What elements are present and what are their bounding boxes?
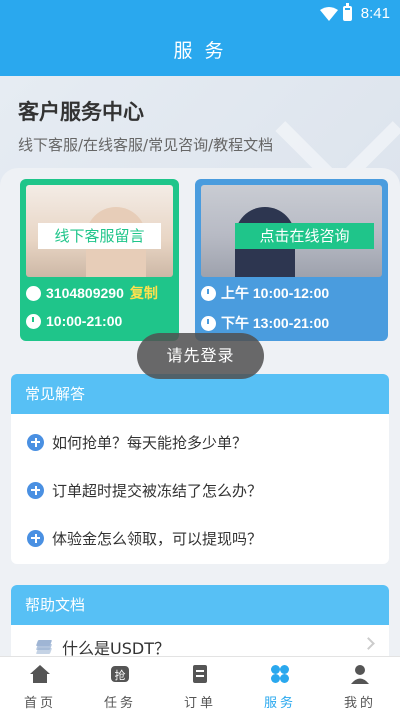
wifi-icon [320, 7, 338, 21]
tab-label: 首页 [23, 696, 56, 711]
online-consult-label[interactable]: 点击在线咨询 [235, 223, 374, 249]
am-hours-row: 上午 10:00-12:00 [201, 283, 329, 303]
faq-question: 体验金怎么领取，可以提现吗？ [52, 529, 263, 548]
clock-icon [201, 315, 216, 331]
battery-icon [343, 3, 352, 21]
faq-header: 常见解答 [11, 374, 389, 414]
qq-icon [26, 285, 41, 301]
faq-item[interactable]: 订单超时提交被冻结了怎么办？ [11, 466, 389, 514]
phone-row: 3104809290 复制 [26, 283, 158, 303]
plus-icon [27, 529, 44, 547]
tab-mine[interactable]: 我的 [320, 657, 400, 712]
tab-label: 我的 [343, 696, 376, 711]
order-icon [193, 665, 207, 683]
pm-hours: 下午 13:00-21:00 [221, 315, 330, 331]
clock-icon [26, 313, 41, 329]
help-header: 帮助文档 [11, 585, 389, 625]
service-photo: 线下客服留言 [26, 185, 173, 277]
faq-item[interactable]: 体验金怎么领取，可以提现吗？ [11, 514, 389, 562]
tab-home[interactable]: 首页 [0, 657, 80, 712]
faq-section: 常见解答 如何抢单？每天能抢多少单？ 订单超时提交被冻结了怎么办？ 体验金怎么领… [11, 374, 389, 564]
user-icon [351, 665, 369, 684]
offline-service-label[interactable]: 线下客服留言 [38, 223, 161, 249]
hero-title: 客户服务中心 [18, 100, 144, 124]
faq-question: 订单超时提交被冻结了怎么办？ [52, 481, 263, 500]
offline-hours: 10:00-21:00 [46, 313, 123, 329]
pm-hours-row: 下午 13:00-21:00 [201, 313, 329, 333]
home-icon [30, 665, 50, 683]
tab-service[interactable]: 服务 [240, 657, 320, 712]
grab-icon: 抢 [111, 666, 129, 682]
chevron-right-icon [362, 637, 375, 650]
copy-button[interactable]: 复制 [130, 283, 158, 303]
tab-label: 任务 [103, 696, 136, 711]
phone-number: 3104809290 [46, 285, 124, 301]
status-time: 8:41 [360, 5, 390, 22]
service-icon [271, 665, 289, 683]
clock-icon [201, 285, 216, 301]
am-hours: 上午 10:00-12:00 [221, 285, 330, 301]
page-title: 服 务 [0, 28, 400, 76]
faq-question: 如何抢单？每天能抢多少单？ [52, 433, 248, 452]
plus-icon [27, 433, 44, 451]
login-toast: 请先登录 [137, 333, 264, 379]
online-service-card[interactable]: 点击在线咨询 上午 10:00-12:00 下午 13:00-21:00 [195, 179, 388, 341]
bottom-tab-bar: 首页 抢 任务 订单 服务 我的 [0, 656, 400, 712]
tab-task[interactable]: 抢 任务 [80, 657, 160, 712]
plus-icon [27, 481, 44, 499]
tab-label: 订单 [183, 696, 216, 711]
svg-text:抢: 抢 [115, 668, 126, 682]
offline-service-card[interactable]: 线下客服留言 3104809290 复制 10:00-21:00 [20, 179, 179, 341]
tab-order[interactable]: 订单 [160, 657, 240, 712]
tab-label: 服务 [263, 696, 296, 711]
hours-row: 10:00-21:00 [26, 313, 122, 329]
status-bar: 8:41 [0, 0, 400, 28]
hero-subtitle: 线下客服/在线客服/常见咨询/教程文档 [18, 136, 274, 154]
faq-item[interactable]: 如何抢单？每天能抢多少单？ [11, 418, 389, 466]
layers-icon [35, 640, 53, 654]
service-photo: 点击在线咨询 [201, 185, 382, 277]
